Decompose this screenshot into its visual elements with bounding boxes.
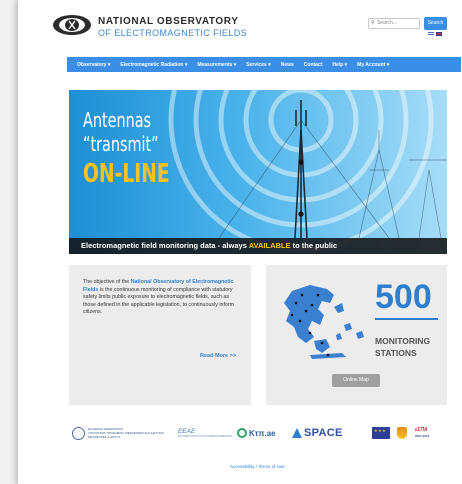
- brand-line-1: NATIONAL OBSERVATORY: [98, 16, 239, 27]
- hero-banner[interactable]: Antennas “transmit” ON-LINE Electromagne…: [69, 90, 447, 254]
- nav-my-account[interactable]: My Account ▾: [357, 62, 389, 68]
- hero-caption-end: to the public: [290, 241, 338, 250]
- hero-line-2: “transmit”: [83, 132, 159, 156]
- search-placeholder: Search...: [377, 20, 398, 26]
- intro-text-start: The objective of the: [83, 279, 131, 285]
- eeae-subtitle: ΕΛΛΗΝΙΚΗ ΕΠΙΤΡΟΠΗ ΑΤΟΜΙΚΗΣ ΕΝΕΡΓΕΙΑΣ: [178, 435, 233, 438]
- greek-flag-icon[interactable]: [428, 32, 434, 36]
- hero-line-3: ON-LINE: [83, 159, 170, 189]
- online-map-button[interactable]: Online Map: [332, 374, 380, 387]
- count-underline: [375, 318, 438, 320]
- hero-caption: Electromagnetic field monitoring data - …: [69, 238, 447, 254]
- english-flag-icon[interactable]: [436, 32, 442, 36]
- eu-flag-icon: [372, 427, 390, 439]
- ktp-logo[interactable]: Κτπ.ae: [237, 423, 276, 443]
- nav-measurements[interactable]: Measurements ▾: [197, 62, 236, 68]
- partner-logos: ΕΛΛΗΝΙΚΗ ΔΗΜΟΚΡΑΤΙΑ ΥΠΟΥΡΓΕΙΟ ΥΠΟΔΟΜΩΝ, …: [72, 423, 446, 443]
- stations-label-line-2: STATIONS: [375, 348, 417, 358]
- space-name: SPACE: [304, 427, 343, 439]
- nav-electromagnetic-radiation[interactable]: Electromagnetic Radiation ▾: [120, 62, 187, 68]
- observatory-logo[interactable]: [52, 14, 92, 36]
- search-icon: ⚲: [371, 20, 375, 26]
- ministry-line-3: ΜΕΤΑΦΟΡΕΣ & ΔΙΚΤΥΑ: [88, 435, 121, 439]
- greek-emblem-icon: [72, 426, 85, 440]
- footer-links[interactable]: Accessibility / Terms of Use: [230, 464, 285, 469]
- search-input[interactable]: ⚲ Search...: [368, 18, 420, 29]
- intro-text-end: is the continuous monitoring of complian…: [83, 286, 235, 316]
- language-switcher: [428, 32, 442, 36]
- hero-caption-highlight: AVAILABLE: [248, 241, 291, 250]
- eu-funding-logos[interactable]: εΣΠΑ 2007-2013: [372, 423, 429, 443]
- nav-services[interactable]: Services ▾: [246, 62, 270, 68]
- stations-label: MONITORING STATIONS: [375, 335, 430, 359]
- brand-title[interactable]: NATIONAL OBSERVATORY OF ELECTROMAGNETIC …: [98, 16, 247, 38]
- brand-line-2: OF ELECTROMAGNETIC FIELDS: [98, 28, 248, 38]
- intro-text: The objective of the National Observator…: [83, 279, 243, 317]
- nav-observatory[interactable]: Observatory ▾: [77, 62, 110, 68]
- eeae-logo[interactable]: ΕΕΑΕ ΕΛΛΗΝΙΚΗ ΕΠΙΤΡΟΠΗ ΑΤΟΜΙΚΗΣ ΕΝΕΡΓΕΙΑ…: [178, 423, 232, 443]
- ministry-crest-icon: [397, 427, 407, 439]
- space-logo[interactable]: SPACE: [292, 423, 343, 443]
- eeae-name: ΕΕΑΕ: [178, 428, 196, 435]
- nav-contact[interactable]: Contact: [304, 62, 323, 68]
- main-nav: Observatory ▾ Electromagnetic Radiation …: [67, 57, 461, 72]
- espa-years: 2007-2013: [415, 434, 430, 438]
- nav-news[interactable]: News: [281, 62, 294, 68]
- ministry-logo[interactable]: ΕΛΛΗΝΙΚΗ ΔΗΜΟΚΡΑΤΙΑ ΥΠΟΥΡΓΕΙΟ ΥΠΟΔΟΜΩΝ, …: [72, 423, 164, 443]
- stations-label-line-1: MONITORING: [375, 336, 431, 346]
- read-more-link[interactable]: Read More >>: [200, 353, 236, 359]
- stations-count: 500: [375, 278, 432, 316]
- search-button[interactable]: Search: [424, 17, 447, 30]
- stations-card: 500 MONITORING STATIONS Online Map: [266, 265, 447, 405]
- ktp-ring-icon: [237, 428, 247, 438]
- space-triangle-icon: [292, 428, 302, 438]
- intro-card: The objective of the National Observator…: [69, 265, 251, 405]
- nav-help[interactable]: Help ▾: [332, 62, 347, 68]
- espa-logo: εΣΠΑ 2007-2013: [415, 427, 429, 439]
- greece-map-icon[interactable]: [272, 281, 368, 363]
- hero-line-1: Antennas: [83, 108, 152, 132]
- hero-caption-start: Electromagnetic field monitoring data - …: [81, 241, 249, 250]
- ktp-name: Κτπ.ae: [249, 428, 276, 438]
